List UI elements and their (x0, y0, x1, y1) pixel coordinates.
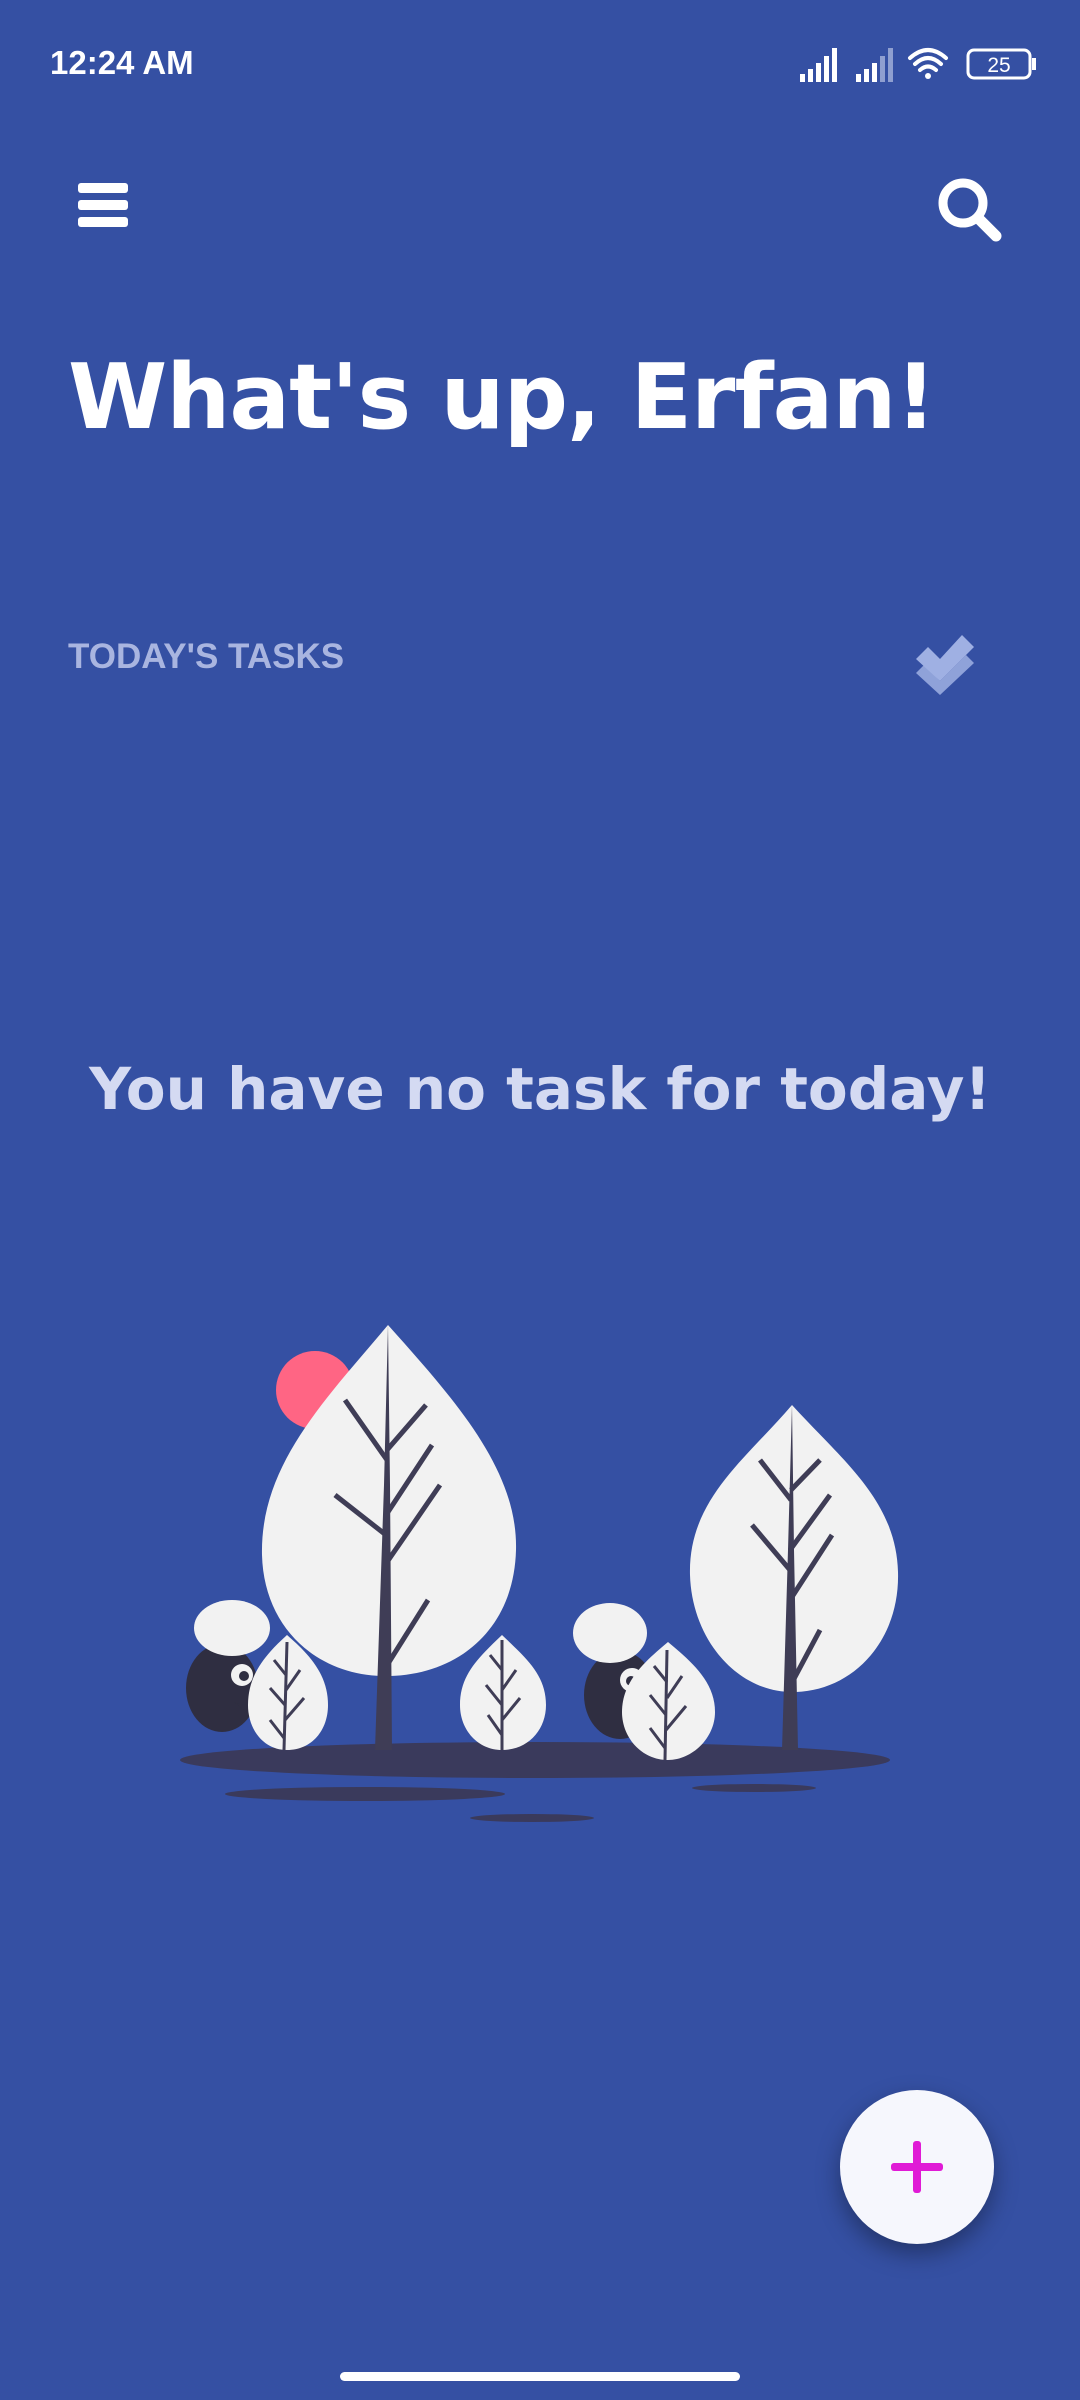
status-bar: 12:24 AM 25 (0, 0, 1080, 130)
search-button[interactable] (930, 170, 1010, 250)
person-right (573, 1603, 715, 1761)
menu-icon (78, 183, 128, 227)
empty-state-message: You have no task for today! (89, 1055, 991, 1123)
ground-shadow (470, 1814, 594, 1822)
status-time: 12:24 AM (50, 44, 194, 81)
menu-button[interactable] (70, 175, 150, 250)
status-icons: 25 (800, 48, 1036, 82)
mark-all-done-button[interactable] (910, 625, 980, 695)
add-task-button[interactable] (840, 2090, 994, 2244)
tree-large-right (689, 1405, 899, 1750)
ground-shadow (225, 1787, 505, 1801)
ground-shadow (692, 1784, 816, 1792)
double-check-icon (916, 635, 974, 695)
search-icon (938, 178, 1002, 242)
signal-icon (800, 48, 837, 82)
todays-tasks-label: TODAY'S TASKS (68, 637, 345, 676)
signal-icon (856, 48, 893, 82)
battery-level: 25 (987, 54, 1010, 77)
battery-icon: 25 (966, 48, 1036, 80)
tree-small-middle (460, 1635, 546, 1750)
wifi-icon (908, 48, 948, 79)
trees-illustration (180, 1325, 899, 1822)
home-indicator[interactable] (340, 2372, 740, 2381)
plus-icon (891, 2141, 943, 2193)
greeting-title: What's up, Erfan! (68, 345, 936, 450)
